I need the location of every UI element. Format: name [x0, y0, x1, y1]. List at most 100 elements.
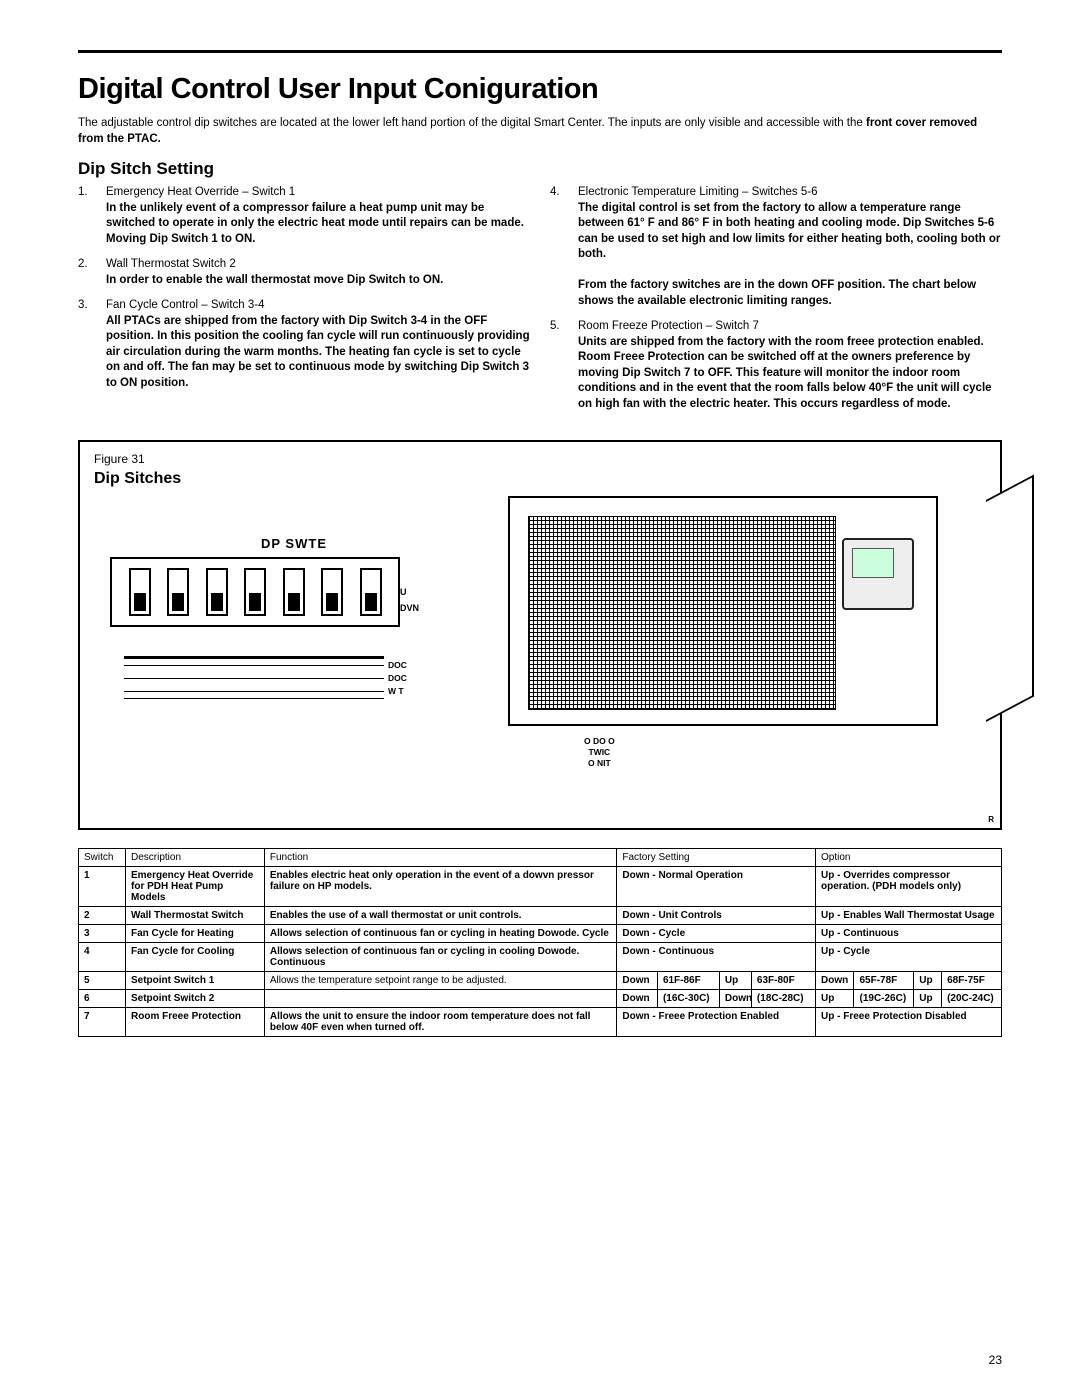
cell-opt: Up - Overrides compressor operation. (PD…: [816, 867, 1002, 907]
item-4: 4. Electronic Temperature Limiting – Swi…: [550, 185, 1002, 309]
cell-func: Allows selection of continuous fan or cy…: [264, 925, 617, 943]
cell-opt: Up - Continuous: [816, 925, 1002, 943]
cell-desc: Emergency Heat Override for PDH Heat Pum…: [126, 867, 265, 907]
cell-fs: Down - Cycle: [617, 925, 816, 943]
cell-func: [264, 990, 617, 1008]
right-column: 4. Electronic Temperature Limiting – Swi…: [550, 185, 1002, 422]
item-1-text: In the unlikely event of a compressor fa…: [106, 201, 530, 248]
item-4-text: The digital control is set from the fact…: [578, 201, 1002, 263]
switch-3-icon: [206, 568, 228, 616]
label-up: U: [400, 584, 419, 600]
item-2-text: In order to enable the wall thermostat m…: [106, 273, 530, 289]
item-5-text: Units are shipped from the factory with …: [578, 335, 1002, 413]
page-number: 23: [989, 1353, 1002, 1367]
table-header-row: Switch Description Function Factory Sett…: [79, 849, 1002, 867]
item-1-num: 1.: [78, 185, 106, 247]
ptac-grille-icon: [528, 516, 836, 710]
switch-6-icon: [321, 568, 343, 616]
cell-desc: Fan Cycle for Heating: [126, 925, 265, 943]
item-5-title: Room Freeze Protection – Switch 7: [578, 319, 1002, 335]
cell-fs-b: (16C-30C): [657, 990, 719, 1008]
figure-31: Figure 31 Dip Sitches DP SWTE U DVN: [78, 440, 1002, 830]
switch-2-icon: [167, 568, 189, 616]
table-row: 2 Wall Thermostat Switch Enables the use…: [79, 907, 1002, 925]
item-5: 5. Room Freeze Protection – Switch 7 Uni…: [550, 319, 1002, 412]
intro-plain: The adjustable control dip switches are …: [78, 117, 866, 129]
figure-heading: Dip Sitches: [94, 470, 986, 488]
cell-opt-a: Up: [816, 990, 854, 1008]
th-description: Description: [126, 849, 265, 867]
item-2-num: 2.: [78, 257, 106, 288]
cell-desc: Setpoint Switch 1: [126, 972, 265, 990]
cell-fs-d: 63F-80F: [751, 972, 815, 990]
lead-lines: DOC DOC W T: [124, 656, 407, 698]
cell-fs-c: Up: [719, 972, 751, 990]
dip-switch-table: Switch Description Function Factory Sett…: [78, 848, 1002, 1037]
unit-note-l1: O DO O: [584, 736, 615, 747]
cell-sw: 5: [79, 972, 126, 990]
cell-func: Allows selection of continuous fan or cy…: [264, 943, 617, 972]
cell-sw: 1: [79, 867, 126, 907]
cell-opt-c: Up: [914, 972, 942, 990]
cell-fs: Down - Unit Controls: [617, 907, 816, 925]
cell-desc: Setpoint Switch 2: [126, 990, 265, 1008]
item-3-num: 3.: [78, 298, 106, 391]
th-function: Function: [264, 849, 617, 867]
cell-opt-d: (20C-24C): [942, 990, 1002, 1008]
dip-switch-setting-heading: Dip Sitch Setting: [78, 159, 1002, 179]
item-3-text: All PTACs are shipped from the factory w…: [106, 314, 530, 392]
page-title: Digital Control User Input Coniguration: [78, 73, 1002, 106]
table-row: 1 Emergency Heat Override for PDH Heat P…: [79, 867, 1002, 907]
cell-sw: 7: [79, 1008, 126, 1037]
table-row: 6 Setpoint Switch 2 Down (16C-30C) Down …: [79, 990, 1002, 1008]
table-row: 3 Fan Cycle for Heating Allows selection…: [79, 925, 1002, 943]
table-row: 4 Fan Cycle for Cooling Allows selection…: [79, 943, 1002, 972]
cell-desc: Fan Cycle for Cooling: [126, 943, 265, 972]
cell-func: Allows the temperature setpoint range to…: [264, 972, 617, 990]
dip-switch-box: [110, 557, 400, 627]
table-row: 7 Room Freee Protection Allows the unit …: [79, 1008, 1002, 1037]
control-panel-icon: [842, 538, 914, 610]
ptac-unit-drawing: O DO O TWIC O NIT: [504, 496, 986, 816]
cell-fs-b: 61F-86F: [657, 972, 719, 990]
cell-opt-b: (19C-26C): [854, 990, 914, 1008]
item-4-title: Electronic Temperature Limiting – Switch…: [578, 185, 1002, 201]
switch-7-icon: [360, 568, 382, 616]
label-down: DVN: [400, 600, 419, 616]
cell-fs-c: Down: [719, 990, 751, 1008]
unit-note-l2: TWIC: [584, 747, 615, 758]
cell-fs: Down - Continuous: [617, 943, 816, 972]
cell-sw: 3: [79, 925, 126, 943]
lead-2: W T: [388, 685, 404, 698]
unit-note-l3: O NIT: [584, 758, 615, 769]
cell-fs-a: Down: [617, 972, 658, 990]
figure-rev: R: [988, 815, 994, 824]
cell-opt-b: 65F-78F: [854, 972, 914, 990]
cell-func: Enables electric heat only operation in …: [264, 867, 617, 907]
th-option: Option: [816, 849, 1002, 867]
cell-opt: Up - Cycle: [816, 943, 1002, 972]
left-column: 1. Emergency Heat Override – Switch 1 In…: [78, 185, 530, 422]
cell-fs-a: Down: [617, 990, 658, 1008]
ptac-frame-icon: [508, 496, 938, 726]
up-down-labels: U DVN: [400, 584, 419, 616]
unit-note: O DO O TWIC O NIT: [584, 736, 615, 769]
cell-opt: Up - Enables Wall Thermostat Usage: [816, 907, 1002, 925]
item-1-title: Emergency Heat Override – Switch 1: [106, 185, 530, 201]
item-5-num: 5.: [550, 319, 578, 412]
cell-fs-d: (18C-28C): [751, 990, 815, 1008]
item-4-num: 4.: [550, 185, 578, 309]
dip-switch-diagram: DP SWTE U DVN DOC DOC W T: [94, 496, 494, 816]
figure-label: Figure 31: [94, 452, 986, 466]
th-switch: Switch: [79, 849, 126, 867]
item-4-text2: From the factory switches are in the dow…: [578, 278, 1002, 309]
switch-4-icon: [244, 568, 266, 616]
table-row: 5 Setpoint Switch 1 Allows the temperatu…: [79, 972, 1002, 990]
top-rule: [78, 50, 1002, 53]
cell-func: Enables the use of a wall thermostat or …: [264, 907, 617, 925]
item-1: 1. Emergency Heat Override – Switch 1 In…: [78, 185, 530, 247]
switch-5-icon: [283, 568, 305, 616]
switch-1-icon: [129, 568, 151, 616]
cell-fs: Down - Freee Protection Enabled: [617, 1008, 816, 1037]
cell-opt-c: Up: [914, 990, 942, 1008]
